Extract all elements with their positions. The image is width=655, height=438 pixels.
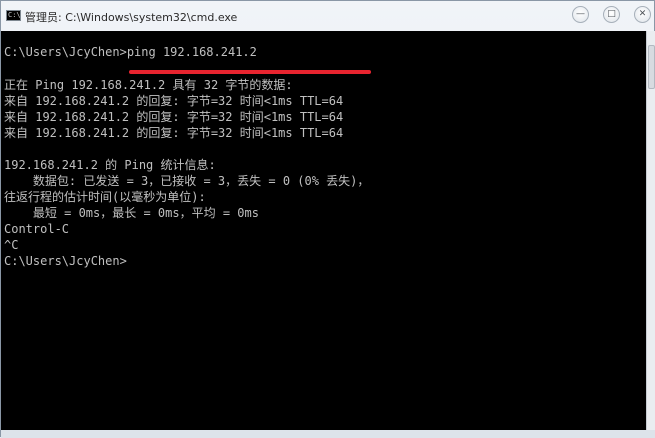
vertical-scrollbar[interactable] — [646, 31, 655, 430]
red-underline-annotation — [129, 70, 371, 74]
console-line: 192.168.241.2 的 Ping 统计信息: — [4, 158, 216, 172]
console-output[interactable]: C:\Users\JcyChen>ping 192.168.241.2 正在 P… — [1, 31, 646, 430]
minimize-icon[interactable]: — — [572, 6, 589, 23]
console-line: 来自 192.168.241.2 的回复: 字节=32 时间<1ms TTL=6… — [4, 126, 344, 140]
window-title: 管理员: C:\Windows\system32\cmd.exe — [25, 11, 238, 24]
console-line: 正在 Ping 192.168.241.2 具有 32 字节的数据: — [4, 78, 293, 92]
close-icon[interactable]: ✕ — [634, 6, 651, 23]
console-line: C:\Users\JcyChen> — [4, 254, 127, 268]
console-line: C:\Users\JcyChen>ping 192.168.241.2 — [4, 45, 257, 59]
console-line: 来自 192.168.241.2 的回复: 字节=32 时间<1ms TTL=6… — [4, 110, 344, 124]
title-bar[interactable]: C:\ 管理员: C:\Windows\system32\cmd.exe — □… — [1, 1, 654, 31]
console-line: 往返行程的估计时间(以毫秒为单位): — [4, 190, 206, 204]
maximize-icon[interactable]: □ — [603, 6, 620, 23]
cmd-window: C:\ 管理员: C:\Windows\system32\cmd.exe — □… — [0, 0, 655, 438]
console-line: ^C — [4, 238, 19, 252]
console-line: 最短 = 0ms，最长 = 0ms，平均 = 0ms — [4, 206, 259, 220]
scrollbar-thumb[interactable] — [648, 45, 655, 89]
console-line: 数据包: 已发送 = 3，已接收 = 3，丢失 = 0 (0% 丢失)， — [4, 174, 370, 188]
console-line: Control-C — [4, 222, 70, 236]
console-line: 来自 192.168.241.2 的回复: 字节=32 时间<1ms TTL=6… — [4, 94, 344, 108]
cmd-icon: C:\ — [6, 10, 21, 21]
